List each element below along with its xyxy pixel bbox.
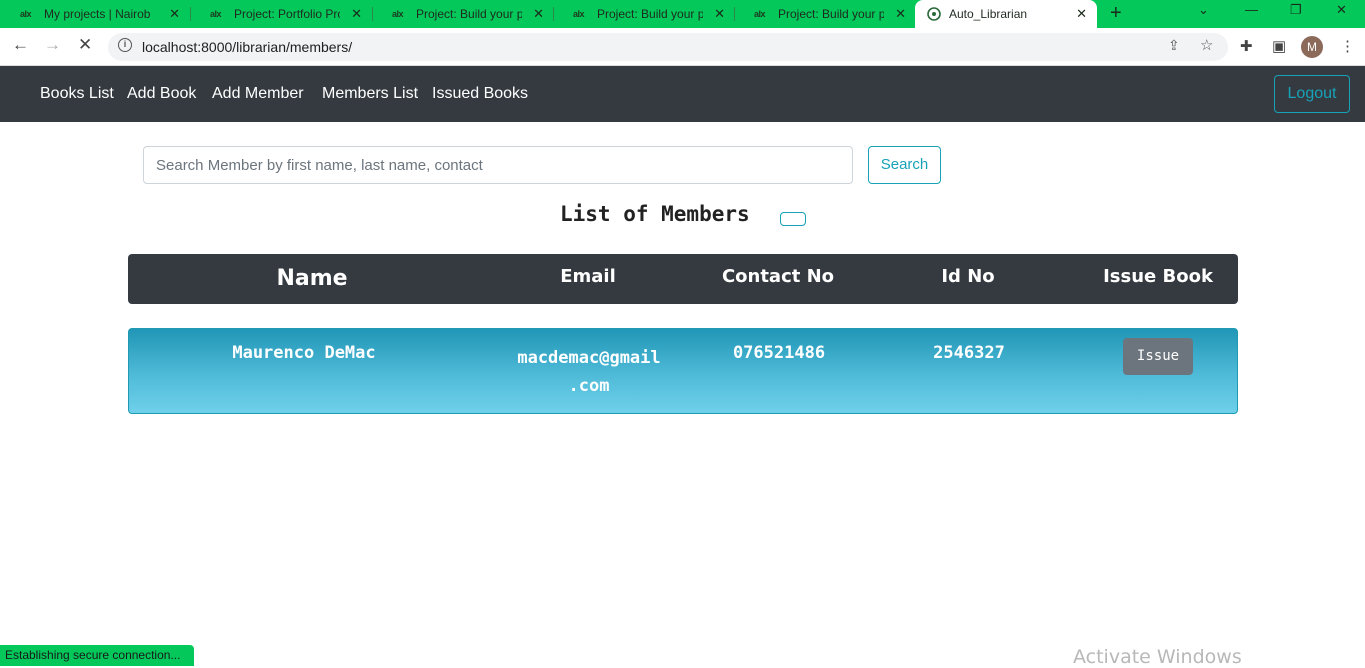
restore-icon[interactable]: ❐ — [1290, 2, 1302, 18]
close-icon[interactable]: ✕ — [533, 6, 544, 22]
new-tab-plus-icon[interactable]: + — [1110, 2, 1122, 25]
issue-button[interactable]: Issue — [1123, 338, 1193, 375]
member-email-line: macdemac@gmail — [517, 348, 661, 368]
close-icon[interactable]: ✕ — [895, 6, 906, 22]
status-bubble: Establishing secure connection... — [0, 645, 194, 666]
member-email-line: .com — [568, 376, 610, 396]
nav-issued-books[interactable]: Issued Books — [432, 85, 528, 103]
minimize-icon[interactable]: — — [1245, 2, 1258, 17]
alx-favicon-icon: alx — [210, 9, 222, 19]
column-header-id: Id No — [941, 266, 995, 287]
member-id: 2546327 — [933, 343, 1005, 363]
stop-loading-icon[interactable]: ✕ — [78, 35, 92, 55]
logout-button[interactable]: Logout — [1274, 75, 1350, 113]
close-icon[interactable]: ✕ — [351, 6, 362, 22]
kebab-menu-icon[interactable]: ⋮ — [1340, 37, 1355, 55]
address-bar[interactable]: i localhost:8000/librarian/members/ ⇪ ☆ — [108, 33, 1228, 61]
activate-windows-watermark: Activate Windows — [1073, 646, 1242, 668]
nav-members-list[interactable]: Members List — [322, 85, 418, 103]
browser-tab[interactable]: alx Project: Build your por ✕ — [372, 0, 552, 28]
browser-tab[interactable]: alx Project: Build your por ✕ — [734, 0, 914, 28]
info-icon[interactable]: i — [118, 38, 132, 52]
globe-icon — [927, 7, 941, 21]
forward-arrow-icon[interactable]: → — [44, 35, 61, 55]
tab-title: Project: Portfolio Proje — [234, 7, 340, 21]
column-header-name: Name — [276, 266, 348, 291]
chevron-down-icon[interactable]: ⌄ — [1198, 2, 1209, 18]
tab-title: My projects | Nairobi — [44, 7, 150, 21]
browser-tab-strip: alx My projects | Nairobi ✕ alx Project:… — [0, 0, 1365, 28]
page-title: List of Members — [560, 202, 750, 226]
alx-favicon-icon: alx — [573, 9, 585, 19]
small-outline-button[interactable] — [780, 212, 806, 226]
close-window-icon[interactable]: ✕ — [1336, 2, 1347, 18]
back-arrow-icon[interactable]: ← — [12, 35, 29, 55]
nav-books-list[interactable]: Books List — [40, 85, 114, 103]
search-input[interactable] — [143, 146, 853, 184]
member-name: Maurenco DeMac — [232, 343, 376, 363]
browser-tab[interactable]: alx Project: Portfolio Proje ✕ — [190, 0, 370, 28]
tab-title: Project: Build your por — [416, 7, 522, 21]
address-toolbar: ← → ✕ i localhost:8000/librarian/members… — [0, 28, 1365, 66]
column-header-contact: Contact No — [721, 266, 835, 287]
close-icon[interactable]: ✕ — [1076, 6, 1087, 22]
alx-favicon-icon: alx — [20, 9, 32, 19]
browser-tab-active[interactable]: Auto_Librarian ✕ — [915, 0, 1097, 28]
table-header: Name Email Contact No Id No Issue Book — [128, 254, 1238, 304]
member-contact: 076521486 — [732, 343, 826, 363]
close-icon[interactable]: ✕ — [714, 6, 725, 22]
extensions-puzzle-icon[interactable]: ✚ — [1240, 37, 1253, 55]
column-header-email: Email — [560, 266, 616, 287]
member-email: macdemac@gmail .com — [499, 343, 679, 401]
tab-title: Project: Build your por — [778, 7, 884, 21]
alx-favicon-icon: alx — [392, 9, 404, 19]
bookmark-star-icon[interactable]: ☆ — [1200, 36, 1213, 54]
browser-tab[interactable]: alx My projects | Nairobi ✕ — [0, 0, 188, 28]
table-row: Maurenco DeMac macdemac@gmail .com 07652… — [128, 328, 1238, 414]
alx-favicon-icon: alx — [754, 9, 766, 19]
share-icon[interactable]: ⇪ — [1168, 37, 1180, 54]
side-panel-icon[interactable]: ▣ — [1272, 37, 1286, 55]
url-text[interactable]: localhost:8000/librarian/members/ — [142, 39, 352, 55]
nav-add-book[interactable]: Add Book — [127, 85, 196, 103]
app-navbar: Books List Add Book Add Member Members L… — [0, 66, 1365, 122]
nav-add-member[interactable]: Add Member — [212, 85, 304, 103]
tab-title: Project: Build your por — [597, 7, 703, 21]
search-button[interactable]: Search — [868, 146, 941, 184]
close-icon[interactable]: ✕ — [169, 6, 180, 22]
tab-title: Auto_Librarian — [949, 7, 1028, 21]
browser-tab[interactable]: alx Project: Build your por ✕ — [553, 0, 733, 28]
column-header-issue: Issue Book — [1103, 266, 1213, 287]
avatar[interactable]: M — [1301, 36, 1323, 58]
